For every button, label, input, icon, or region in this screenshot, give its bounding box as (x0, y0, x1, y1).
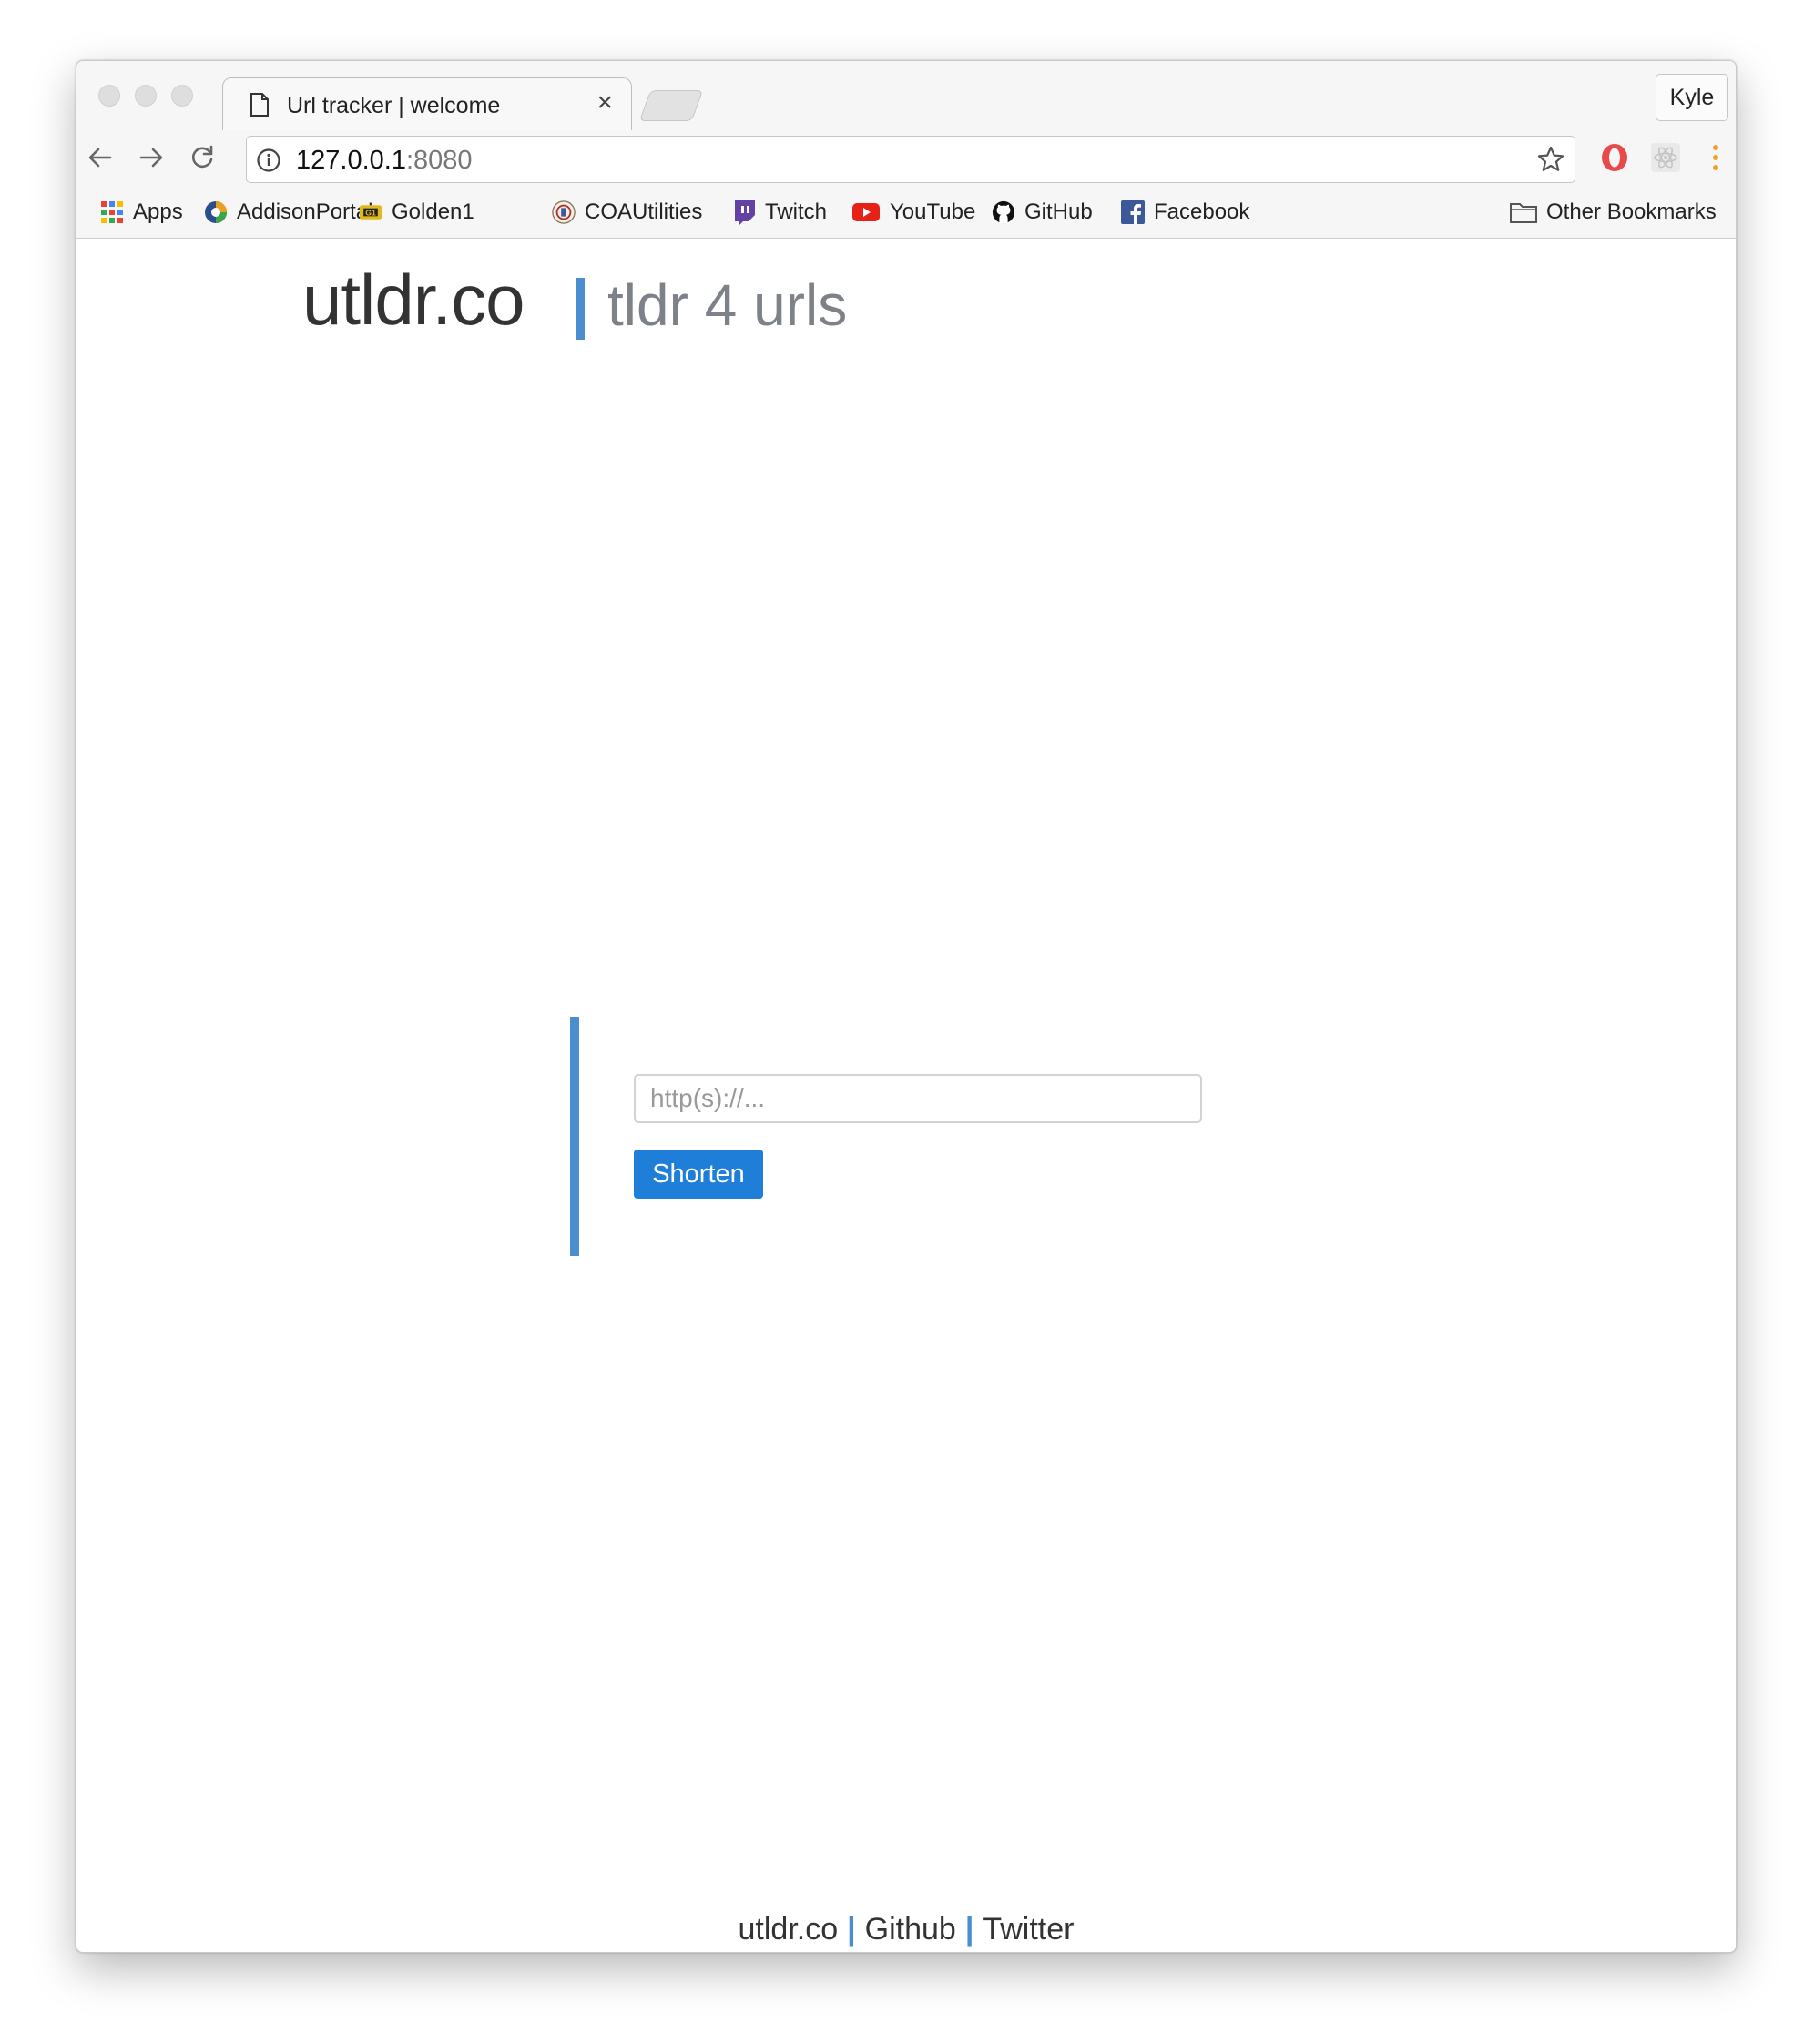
minimize-window-button[interactable] (135, 85, 157, 107)
tab-close-icon[interactable]: × (596, 89, 613, 117)
shorten-button[interactable]: Shorten (634, 1150, 763, 1199)
menu-kebab-icon[interactable] (1697, 139, 1734, 176)
footer-separator: | (847, 1912, 856, 1947)
address-bar[interactable]: 127.0.0.1:8080 (246, 136, 1575, 183)
tab-strip: Url tracker | welcome × Kyle (76, 61, 1736, 130)
bookmark-label: Facebook (1154, 199, 1250, 224)
close-window-button[interactable] (98, 85, 120, 107)
info-icon[interactable] (256, 148, 281, 173)
coa-seal-icon (552, 200, 576, 224)
site-tagline: tldr 4 urls (607, 272, 848, 338)
bookmark-addisonportal[interactable]: AddisonPortal (204, 198, 372, 227)
browser-chrome: Url tracker | welcome × Kyle 127.0.0.1:8… (76, 61, 1736, 239)
golden1-icon: G1 (359, 200, 382, 224)
forward-icon[interactable] (133, 139, 169, 176)
url-port: :8080 (405, 146, 473, 175)
bookmark-youtube[interactable]: YouTube (851, 198, 975, 227)
form-accent-bar (570, 1017, 579, 1256)
github-icon (992, 200, 1015, 224)
svg-text:G1: G1 (365, 208, 376, 217)
opera-extension-icon[interactable] (1596, 139, 1633, 176)
bookmark-label: YouTube (890, 199, 976, 224)
bookmark-coautilities[interactable]: COAUtilities (552, 198, 702, 227)
bookmark-apps[interactable]: Apps (100, 198, 183, 227)
bookmark-label: Golden1 (392, 199, 474, 224)
bookmark-twitch[interactable]: Twitch (732, 198, 827, 227)
bookmark-facebook[interactable]: Facebook (1121, 198, 1249, 227)
page-icon (250, 93, 269, 117)
addison-portal-icon (204, 200, 228, 224)
bookmark-other-folder[interactable]: Other Bookmarks (1510, 198, 1717, 227)
bookmark-label: Twitch (765, 199, 828, 224)
facebook-icon (1121, 200, 1145, 224)
react-devtools-icon[interactable] (1647, 139, 1684, 176)
apps-grid-icon (100, 200, 124, 224)
bookmark-label: GitHub (1024, 199, 1093, 224)
bookmark-golden1[interactable]: G1 Golden1 (359, 198, 474, 227)
url-input[interactable] (634, 1074, 1202, 1123)
bookmark-label: AddisonPortal (237, 199, 373, 224)
browser-window: Url tracker | welcome × Kyle 127.0.0.1:8… (76, 60, 1737, 1953)
tab-active[interactable]: Url tracker | welcome × (222, 77, 632, 130)
brand-divider (576, 278, 585, 340)
browser-toolbar: 127.0.0.1:8080 (76, 130, 1736, 189)
back-icon[interactable] (82, 139, 118, 176)
bookmark-label: Other Bookmarks (1546, 199, 1717, 224)
footer-link-twitter[interactable]: Twitter (983, 1912, 1074, 1947)
profile-button[interactable]: Kyle (1656, 74, 1728, 121)
bookmarks-bar: Apps AddisonPortal G1 Golden1 COAUtiliti… (76, 189, 1736, 238)
footer: utldr.co | Github | Twitter (76, 1912, 1736, 1947)
footer-link-home[interactable]: utldr.co (739, 1912, 839, 1947)
youtube-icon (851, 200, 881, 224)
footer-separator: | (964, 1912, 974, 1947)
reload-icon[interactable] (184, 139, 220, 176)
bookmark-label: COAUtilities (585, 199, 703, 224)
url-text[interactable]: 127.0.0.1:8080 (296, 146, 473, 176)
bookmark-star-icon[interactable] (1536, 145, 1565, 174)
footer-link-github[interactable]: Github (865, 1912, 956, 1947)
bookmark-label: Apps (133, 199, 183, 224)
new-tab-button[interactable] (638, 90, 704, 121)
twitch-icon (732, 200, 756, 225)
site-brand[interactable]: utldr.co (302, 259, 525, 342)
url-host: 127.0.0.1 (296, 146, 406, 175)
folder-icon (1510, 200, 1537, 224)
bookmark-github[interactable]: GitHub (992, 198, 1093, 227)
zoom-window-button[interactable] (171, 85, 193, 107)
tab-title: Url tracker | welcome (287, 93, 501, 118)
page-content: utldr.co tldr 4 urls Shorten utldr.co|Gi… (76, 239, 1736, 1952)
